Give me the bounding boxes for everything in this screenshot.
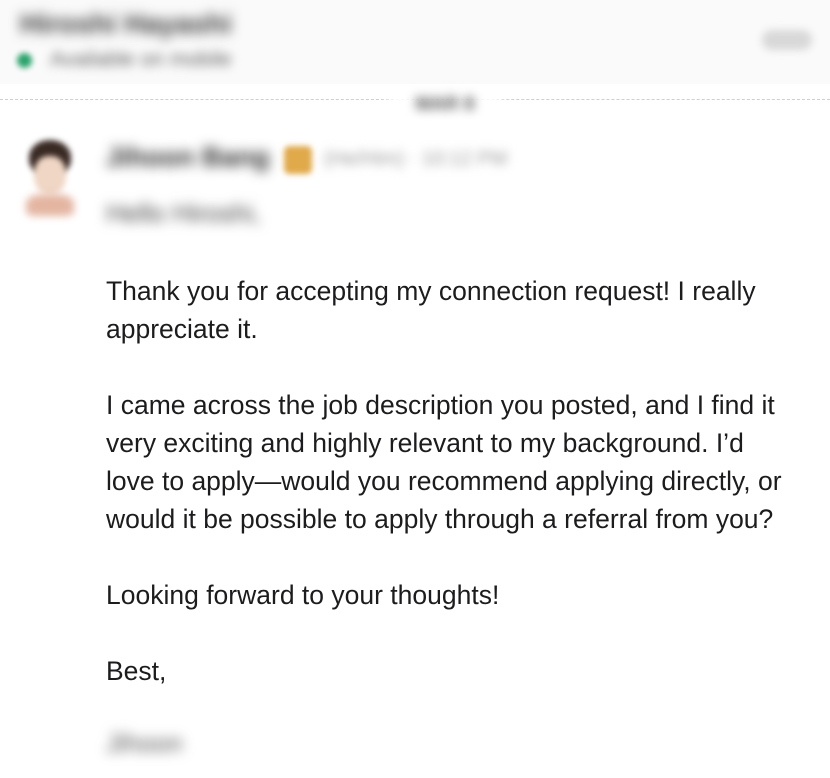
more-options-icon[interactable] [762, 30, 812, 50]
sender-meta: (He/Him) · 10:12 PM [324, 148, 508, 170]
conversation-header: Hiroshi Hayashi Available on mobile [0, 0, 830, 84]
presence-dot-icon [17, 53, 32, 68]
message-paragraph: Thank you for accepting my connection re… [106, 276, 756, 344]
avatar-body [26, 194, 74, 216]
date-divider: MAR 8 [0, 84, 830, 130]
contact-name[interactable]: Hiroshi Hayashi [20, 8, 232, 40]
message-greeting: Hello Hiroshi, [106, 198, 261, 228]
premium-badge-icon [284, 146, 312, 174]
message-signature: Jihoon [106, 728, 183, 758]
avatar-face [34, 156, 66, 194]
message-paragraph: Looking forward to your thoughts! [106, 580, 500, 610]
sender-name[interactable]: Jihoon Bang [106, 142, 270, 173]
date-label: MAR 8 [388, 94, 502, 116]
presence-status: Available on mobile [50, 48, 232, 71]
message-paragraph: I came across the job description you po… [106, 390, 782, 534]
sender-avatar[interactable] [22, 140, 78, 220]
message-closing: Best, [106, 656, 167, 686]
messaging-screen: Hiroshi Hayashi Available on mobile MAR … [0, 0, 830, 778]
message-body: Thank you for accepting my connection re… [106, 272, 786, 690]
